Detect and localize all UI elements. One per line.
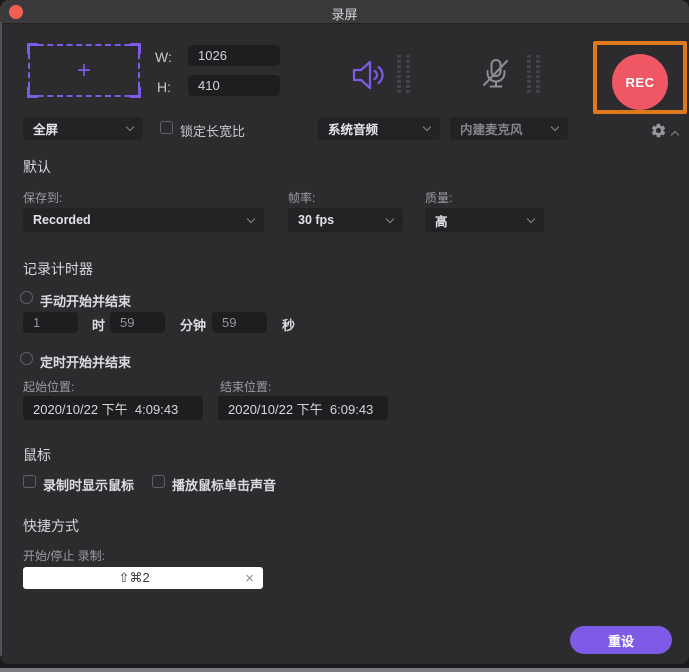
hours-input[interactable]: 1 (23, 312, 78, 333)
speaker-icon[interactable] (347, 56, 389, 94)
width-input[interactable]: 1026 (188, 45, 280, 66)
start-time-label: 起始位置: (23, 380, 75, 394)
hours-value: 1 (33, 315, 41, 330)
seconds-input[interactable]: 59 (212, 312, 267, 333)
corner-bracket (27, 87, 38, 98)
defaults-section-header: 默认 (23, 159, 51, 175)
manual-timer-label: 手动开始并结束 (40, 294, 132, 309)
show-cursor-label: 录制时显示鼠标 (43, 478, 135, 493)
seconds-value: 59 (222, 315, 237, 330)
width-label: W: (155, 49, 172, 65)
reset-button[interactable]: 重设 (570, 626, 672, 654)
record-hotkey-label: 开始/停止 录制: (23, 549, 106, 563)
framerate-dropdown[interactable]: 30 fps (288, 208, 403, 232)
record-hotkey-value: ⇧⌘2 (118, 570, 150, 585)
titlebar: 录屏 (0, 0, 689, 24)
save-to-label: 保存到: (23, 191, 63, 205)
scheduled-timer-label: 定时开始并结束 (40, 355, 132, 370)
quality-dropdown[interactable]: 高 (425, 208, 544, 232)
show-cursor-checkbox[interactable] (23, 475, 36, 488)
gear-icon[interactable] (650, 122, 667, 139)
framerate-value: 30 fps (298, 213, 335, 227)
lock-aspect-label: 锁定长宽比 (180, 124, 246, 139)
chevron-down-icon (422, 122, 432, 132)
width-value: 1026 (198, 48, 227, 63)
system-audio-level-meter (397, 55, 410, 93)
corner-bracket (130, 43, 141, 54)
height-label: H: (157, 79, 171, 95)
height-value: 410 (198, 78, 220, 93)
screen: 录屏 + W: 1026 H: 410 REC 全屏 锁定长宽比 系统音频 内建… (0, 0, 689, 672)
chevron-down-icon (550, 122, 560, 132)
system-audio-value: 系统音频 (328, 123, 379, 137)
lock-aspect-checkbox[interactable] (160, 121, 173, 134)
microphone-level-meter (527, 55, 540, 93)
manual-timer-radio[interactable] (20, 291, 33, 304)
chevron-down-icon (526, 214, 536, 223)
reset-button-label: 重设 (607, 633, 634, 649)
mouse-section-header: 鼠标 (23, 447, 51, 463)
timer-section-header: 记录计时器 (23, 261, 93, 277)
background-window-edge (0, 668, 689, 672)
end-time-label: 结束位置: (220, 380, 272, 394)
record-hotkey-input[interactable]: ⇧⌘2 × (23, 567, 263, 589)
recorder-window: 录屏 + W: 1026 H: 410 REC 全屏 锁定长宽比 系统音频 内建… (0, 0, 689, 664)
window-edge-highlight (0, 22, 2, 656)
hours-unit-label: 时 (92, 318, 106, 333)
height-input[interactable]: 410 (188, 75, 280, 96)
capture-mode-value: 全屏 (33, 123, 59, 137)
end-time-input[interactable]: 2020/10/22 下午 6:09:43 (218, 396, 388, 420)
quality-label: 质量: (425, 191, 453, 205)
start-time-value: 2020/10/22 下午 4:09:43 (33, 401, 179, 417)
click-sound-checkbox[interactable] (152, 475, 165, 488)
collapse-chevron-up-icon[interactable] (670, 130, 680, 140)
minutes-input[interactable]: 59 (110, 312, 165, 333)
scheduled-timer-radio[interactable] (20, 352, 33, 365)
microphone-muted-icon[interactable] (474, 52, 518, 96)
minutes-unit-label: 分钟 (180, 318, 207, 333)
save-to-value: Recorded (33, 213, 91, 227)
save-to-dropdown[interactable]: Recorded (23, 208, 264, 232)
framerate-label: 帧率: (288, 191, 316, 205)
shortcuts-section-header: 快捷方式 (23, 518, 79, 534)
start-time-input[interactable]: 2020/10/22 下午 4:09:43 (23, 396, 203, 420)
capture-area-selector[interactable]: + (27, 43, 141, 98)
corner-bracket (27, 43, 38, 54)
chevron-down-icon (246, 214, 256, 223)
capture-mode-dropdown[interactable]: 全屏 (23, 117, 143, 140)
rec-button[interactable]: REC (612, 54, 668, 110)
corner-bracket (130, 87, 141, 98)
chevron-down-icon (125, 122, 135, 132)
click-sound-label: 播放鼠标单击声音 (172, 478, 277, 493)
seconds-unit-label: 秒 (282, 318, 296, 333)
rec-button-label: REC (625, 74, 655, 90)
microphone-dropdown[interactable]: 内建麦克风 (450, 117, 568, 140)
chevron-down-icon (385, 214, 395, 223)
minutes-value: 59 (120, 315, 135, 330)
quality-value: 高 (435, 214, 448, 229)
microphone-value: 内建麦克风 (460, 123, 523, 137)
plus-icon: + (76, 56, 91, 84)
system-audio-dropdown[interactable]: 系统音频 (318, 117, 440, 140)
clear-hotkey-icon[interactable]: × (245, 570, 263, 587)
window-title: 录屏 (331, 7, 358, 22)
end-time-value: 2020/10/22 下午 6:09:43 (228, 401, 374, 417)
